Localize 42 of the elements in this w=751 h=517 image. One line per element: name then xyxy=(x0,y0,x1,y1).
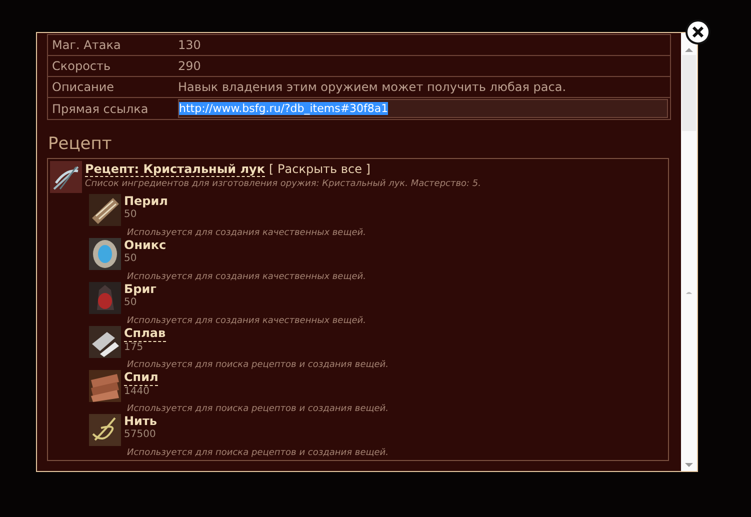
ingredient-description: Используется для поиска рецептов и создания вещей. xyxy=(127,360,390,371)
rope-icon xyxy=(89,414,121,446)
scroll-down-icon[interactable] xyxy=(684,462,694,468)
ingredient-description: Используется для создания качественных вещей. xyxy=(127,272,367,283)
ingredient-quantity: 50 xyxy=(124,253,137,265)
board-icon xyxy=(89,370,121,402)
property-value: Навык владения этим оружием может получить любая раса. xyxy=(178,80,566,94)
ingredient-quantity: 57500 xyxy=(124,429,156,441)
ingredient-name: Оникс xyxy=(124,238,166,253)
ingredient-link[interactable]: Сплав xyxy=(124,326,166,342)
property-label: Описание xyxy=(51,80,116,94)
expand-all-link[interactable]: [ Раскрыть все ] xyxy=(269,162,370,176)
ingredient-name: Бриг xyxy=(124,282,156,297)
ingredient-name: Перил xyxy=(124,194,168,209)
grip-icon xyxy=(685,290,693,294)
ingredient-name: Нить xyxy=(124,414,157,429)
ingredient-quantity: 50 xyxy=(124,297,137,309)
property-label: Прямая ссылка xyxy=(51,102,150,116)
gem-icon xyxy=(89,238,121,270)
recipe-link[interactable]: Рецепт: Кристальный лук xyxy=(85,162,266,177)
property-value: 130 xyxy=(178,38,201,52)
ingredient-description: Используется для создания качественных вещей. xyxy=(127,316,367,327)
ingot-icon xyxy=(89,326,121,358)
property-label: Скорость xyxy=(51,59,112,73)
scrollbar[interactable] xyxy=(681,33,697,471)
ingredient-description: Используется для создания качественных вещей. xyxy=(127,228,367,239)
ingredient-description: Используется для поиска рецептов и создания вещей. xyxy=(127,448,390,459)
ingredient-quantity: 175 xyxy=(124,342,144,354)
plank-icon xyxy=(89,194,121,226)
property-value: 290 xyxy=(178,59,201,73)
recipe-description: Список ингредиентов для изготовления оружия: Кристальный лук. Мастерство: 5. xyxy=(85,179,482,189)
ingredient-link[interactable]: Спил xyxy=(124,370,158,386)
ingredient-quantity: 1440 xyxy=(124,386,150,398)
scroll-up-icon[interactable] xyxy=(684,47,694,53)
ore-icon xyxy=(89,282,121,314)
close-icon[interactable] xyxy=(685,19,711,45)
ingredient-description: Используется для поиска рецептов и создания вещей. xyxy=(127,404,390,415)
bow-icon xyxy=(50,161,82,193)
section-heading: Рецепт xyxy=(48,134,113,154)
ingredient-quantity: 50 xyxy=(124,209,137,221)
scroll-thumb[interactable] xyxy=(682,55,696,131)
property-label: Маг. Атака xyxy=(51,38,122,52)
